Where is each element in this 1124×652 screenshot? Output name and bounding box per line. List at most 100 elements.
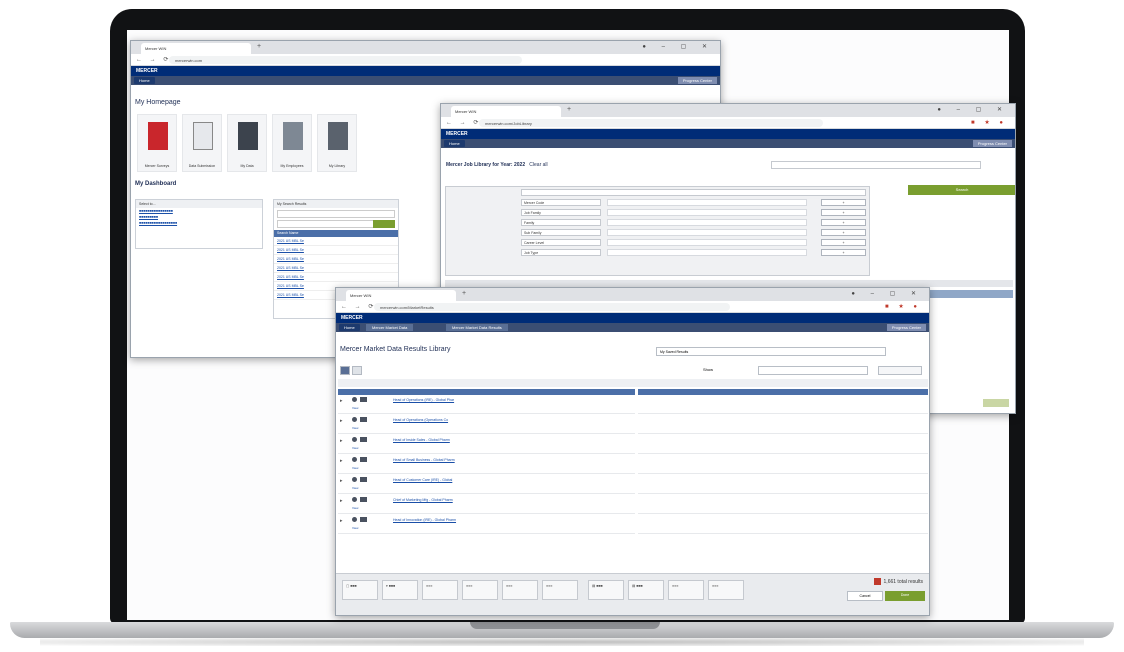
progress-center-button[interactable]: Progress Center — [677, 77, 717, 84]
table-row[interactable]: ▸ Head of Inside Sales - Global Pharm View — [338, 435, 635, 454]
browser-tab[interactable]: Mercer WIN — [451, 106, 561, 117]
table-row — [638, 475, 928, 494]
panel-search-input[interactable] — [277, 220, 395, 228]
dashboard-title: My Dashboard — [135, 181, 177, 187]
footer-action-button[interactable]: ■■■ — [502, 580, 538, 600]
list-view-icon[interactable] — [352, 366, 362, 375]
filter-add-button[interactable]: + — [821, 249, 866, 256]
filter-tabs: ■■■■■■■■■■■■■■■■■■■■■ — [445, 177, 534, 193]
nav-icons[interactable]: ← → ⟳ — [341, 303, 376, 310]
browser-tabbar: Mercer WIN + ● – ▢ ✕ — [336, 288, 929, 301]
window-controls[interactable]: ● – ▢ ✕ — [642, 43, 714, 50]
nav-icons[interactable]: ← → ⟳ — [446, 119, 481, 126]
nav-icons[interactable]: ← → ⟳ — [136, 56, 171, 63]
edit-button[interactable] — [878, 366, 922, 375]
panel-select[interactable] — [277, 210, 395, 218]
filter-value[interactable] — [607, 249, 807, 256]
extension-icons[interactable]: ■ ★ ● — [885, 303, 921, 310]
browser-tab[interactable]: Mercer WIN — [346, 290, 456, 301]
footer-action-button[interactable]: ■■■ — [462, 580, 498, 600]
result-row[interactable]: 2021 US MBL Se — [274, 246, 398, 255]
new-tab-icon[interactable]: + — [257, 43, 261, 50]
browser-tabbar: Mercer WIN + ● – ▢ ✕ — [441, 104, 1015, 117]
footer-action-button[interactable]: ■■■ — [708, 580, 744, 600]
home-button[interactable]: Home — [134, 77, 155, 84]
filter-select[interactable]: Sub Family — [521, 229, 601, 236]
url-field[interactable]: mercerwin.com/MarketResults — [374, 303, 730, 311]
panel-header: My Search Results — [274, 200, 398, 208]
filter-select[interactable]: Family — [521, 219, 601, 226]
table-row[interactable]: ▸ Head of Customer Care (IRE) - Global Vie… — [338, 475, 635, 494]
panel-search-button[interactable] — [373, 220, 395, 228]
browser-tab[interactable]: Mercer WIN — [141, 43, 251, 54]
dashboard-link[interactable]: ■■■■■■■■■■■■■■■■■■ — [136, 220, 262, 226]
app-header: MERCER — [336, 313, 929, 323]
keyword-input[interactable] — [521, 189, 866, 196]
breadcrumb-market-data[interactable]: Mercer Market Data — [366, 324, 414, 331]
table-row[interactable]: ▸ Head of Small Business - Global Pharm Vi… — [338, 455, 635, 474]
table-row — [638, 515, 928, 534]
saved-results-select[interactable]: My Saved Results — [656, 347, 886, 356]
footer-action-button[interactable]: ▾ ■■■ — [382, 580, 418, 600]
table-row[interactable]: ▸ Head of Operations (IRE) - Global Phar V… — [338, 395, 635, 414]
results-grid-right — [638, 395, 928, 570]
footer-action-button[interactable]: ■■■ — [668, 580, 704, 600]
table-row — [638, 395, 928, 414]
search-button[interactable]: Search — [908, 185, 1015, 195]
app-tile[interactable]: My Data — [227, 114, 267, 172]
app-tile[interactable]: My Employees — [272, 114, 312, 172]
result-row[interactable]: 2021 US MBL Se — [274, 273, 398, 282]
next-button[interactable] — [983, 399, 1009, 407]
cancel-button[interactable]: Cancel — [847, 591, 883, 601]
filter-add-button[interactable]: + — [821, 239, 866, 246]
footer-action-button[interactable]: ■■■ — [542, 580, 578, 600]
table-row[interactable]: ▸ Head of Innovation (IRE) - Global Pharm… — [338, 515, 635, 534]
footer-action-button[interactable]: ▤ ■■■ — [628, 580, 664, 600]
filter-select[interactable]: Career Level — [521, 239, 601, 246]
footer-action-button[interactable]: ▢ ■■■ — [342, 580, 378, 600]
app-tile[interactable]: Data Submission — [182, 114, 222, 172]
window-controls[interactable]: ● – ▢ ✕ — [851, 290, 923, 297]
filter-add-button[interactable]: + — [821, 209, 866, 216]
url-field[interactable]: mercerwin.com — [169, 56, 523, 64]
footer-action-button[interactable]: ■■■ — [422, 580, 458, 600]
result-row[interactable]: 2021 US MBL Se — [274, 255, 398, 264]
filter-value[interactable] — [607, 199, 807, 206]
done-button[interactable]: Done — [885, 591, 925, 601]
filter-add-button[interactable]: + — [821, 229, 866, 236]
filter-select[interactable]: Job Family — [521, 209, 601, 216]
progress-center-button[interactable]: Progress Center — [972, 140, 1012, 147]
filter-select[interactable]: Mercer Code — [521, 199, 601, 206]
grid-view-icon[interactable] — [340, 366, 350, 375]
new-tab-icon[interactable]: + — [567, 106, 571, 113]
window-controls[interactable]: ● – ▢ ✕ — [937, 106, 1009, 113]
progress-center-button[interactable]: Progress Center — [886, 324, 926, 331]
url-field[interactable]: mercerwin.com/JobLibrary — [479, 119, 824, 127]
clear-all-link[interactable]: Clear all — [529, 162, 547, 168]
browser-tabbar: Mercer WIN + ● – ▢ ✕ — [131, 41, 720, 54]
filter-add-button[interactable]: + — [821, 219, 866, 226]
footer-action-button[interactable]: ▤ ■■■ — [588, 580, 624, 600]
filter-value[interactable] — [607, 229, 807, 236]
table-row[interactable]: ▸ Head of Operations (Operations Co View — [338, 415, 635, 434]
table-row[interactable]: ▸ Chief of Marketing Mfg - Global Pharm Vi… — [338, 495, 635, 514]
filter-value[interactable] — [607, 219, 807, 226]
filter-add-button[interactable]: + — [821, 199, 866, 206]
result-row[interactable]: 2021 US MBL Se — [274, 237, 398, 246]
app-tile[interactable]: My Library — [317, 114, 357, 172]
breadcrumb-results[interactable]: Mercer Market Data Results — [446, 324, 508, 331]
new-tab-icon[interactable]: + — [462, 290, 466, 297]
filter-value[interactable] — [607, 239, 807, 246]
laptop-notch — [470, 622, 660, 629]
saved-select[interactable] — [771, 161, 981, 169]
home-button[interactable]: Home — [444, 140, 465, 147]
panel-header: Select to... — [136, 200, 262, 208]
results-header: Search Name — [274, 230, 398, 237]
show-select[interactable] — [758, 366, 868, 375]
filter-select[interactable]: Job Type — [521, 249, 601, 256]
app-tile[interactable]: Mercer Surveys — [137, 114, 177, 172]
extension-icons[interactable]: ■ ★ ● — [971, 119, 1007, 126]
filter-value[interactable] — [607, 209, 807, 216]
result-row[interactable]: 2021 US MBL Se — [274, 264, 398, 273]
home-button[interactable]: Home — [339, 324, 360, 331]
